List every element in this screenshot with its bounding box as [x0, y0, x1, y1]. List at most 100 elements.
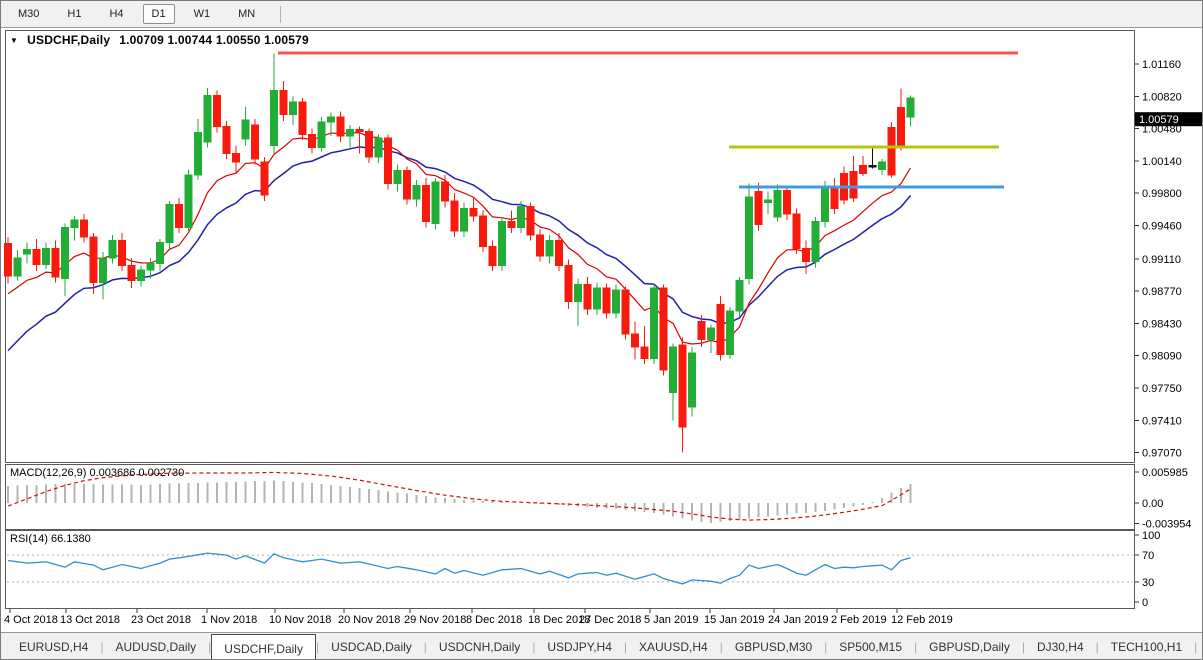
price-tick-label: 0.98430 [1142, 318, 1182, 330]
rsi-line [7, 552, 911, 585]
candle-body [156, 242, 164, 265]
collapse-indicator-icon[interactable]: ▼ [10, 36, 18, 45]
date-label: 23 Oct 2018 [131, 614, 191, 626]
candle-body [745, 196, 753, 280]
candle-body [564, 264, 573, 302]
candle-body [507, 221, 516, 228]
candle-body [317, 121, 326, 149]
candle-body [688, 352, 696, 408]
macd-tick-label: 0.00 [1142, 498, 1163, 510]
candle-body [165, 204, 174, 244]
date-label: 1 Nov 2018 [201, 614, 257, 626]
candle-body [308, 133, 316, 149]
candle-body [270, 90, 278, 147]
rsi-tick-label: 70 [1142, 550, 1154, 562]
candle-body [32, 248, 41, 265]
candle-body [108, 240, 117, 259]
candle-body [640, 346, 649, 360]
candle-body [403, 169, 411, 200]
candle-body [545, 240, 554, 257]
candle-body [735, 280, 744, 312]
ma-fast-line [7, 131, 912, 345]
candle-body [802, 247, 810, 263]
candle-body [460, 207, 468, 232]
candle-body [298, 101, 307, 135]
date-label: 4 Oct 2018 [4, 614, 58, 626]
candle-body [51, 247, 60, 278]
candle-body [146, 263, 155, 271]
candle-body [583, 283, 592, 310]
candle-body [260, 161, 269, 196]
symbol-name: USDCHF,Daily [27, 33, 111, 47]
candle-body [374, 137, 383, 158]
candle-body [241, 119, 250, 140]
candle-body [650, 287, 658, 360]
price-tick-label: 0.97750 [1142, 383, 1182, 395]
candle-body [821, 187, 829, 223]
tab-usdchf-daily[interactable]: USDCHF,Daily [211, 634, 316, 659]
macd-signal-line [7, 471, 911, 521]
candle-body [412, 185, 421, 200]
ma-slow-line [7, 146, 912, 352]
chart-canvas[interactable]: 1.011601.008201.004801.001400.998000.994… [1, 1, 1203, 660]
chart-title: ▼ USDCHF,Daily 1.00709 1.00744 1.00550 1… [10, 33, 309, 47]
candle-body [13, 257, 22, 277]
candle-body [127, 264, 136, 282]
price-tick-label: 0.97070 [1142, 448, 1182, 460]
candle-body [450, 200, 459, 232]
date-label: 13 Oct 2018 [60, 614, 120, 626]
candle-body [251, 124, 259, 160]
candle-body [754, 190, 763, 226]
price-tick-label: 1.00820 [1142, 91, 1182, 103]
candle-body [203, 94, 212, 143]
candle-body [61, 226, 69, 280]
macd-tick-label: 0.005985 [1142, 467, 1188, 479]
candle-body [593, 287, 601, 310]
candle-body [555, 240, 563, 266]
price-tick-label: 0.98090 [1142, 351, 1182, 363]
candle-body [184, 174, 193, 228]
candle-body [232, 152, 240, 163]
candle-body [479, 215, 487, 247]
rsi-panel-border [5, 530, 1135, 609]
candle-body [194, 131, 202, 176]
candle-body [621, 289, 630, 335]
candle-body [659, 287, 668, 371]
date-label: 29 Nov 2018 [404, 614, 466, 626]
candle-body [773, 189, 782, 218]
date-label: 15 Jan 2019 [704, 614, 765, 626]
candle-body [469, 207, 478, 217]
candle-body [279, 90, 288, 115]
candle-body [707, 327, 715, 341]
date-label: 12 Feb 2019 [891, 614, 953, 626]
price-tick-label: 0.99460 [1142, 221, 1182, 233]
candle-body [137, 269, 145, 282]
candle-body [536, 234, 544, 257]
candle-body [4, 243, 12, 277]
candle-body [393, 169, 402, 185]
rsi-tick-label: 30 [1142, 577, 1154, 589]
candle-body [574, 283, 582, 302]
candle-body [716, 303, 725, 356]
candle-body [80, 219, 88, 238]
candle-body [431, 181, 440, 225]
date-label: 10 Nov 2018 [269, 614, 331, 626]
price-tick-label: 0.98770 [1142, 286, 1182, 298]
candle-body [669, 346, 677, 394]
date-label: 24 Jan 2019 [768, 614, 829, 626]
candle-body [118, 240, 126, 266]
date-label: 20 Nov 2018 [338, 614, 400, 626]
mt4-window: M30 H1 H4 D1 W1 MN ▼ USDCHF,Daily 1.00709 1.0… [0, 0, 1203, 660]
candle-body [526, 206, 535, 236]
current-price-value: 1.00579 [1139, 114, 1179, 126]
price-tick-label: 1.00140 [1142, 156, 1182, 168]
candle-body [213, 94, 221, 128]
candle-body [859, 165, 867, 174]
candle-body [764, 199, 772, 204]
candle-body [23, 248, 31, 255]
candle-body [365, 130, 373, 158]
candle-body [631, 333, 639, 348]
candle-body [422, 185, 430, 223]
candle-body [849, 170, 858, 199]
candle-body [346, 129, 354, 137]
